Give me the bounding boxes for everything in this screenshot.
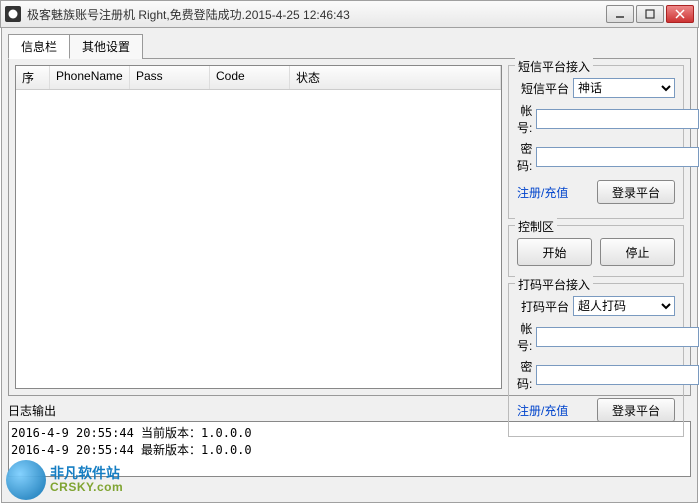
account-listview[interactable]: 序 PhoneName Pass Code 状态: [15, 65, 502, 389]
client-area: 信息栏 其他设置 序 PhoneName Pass Code 状态 短信平台接入…: [1, 28, 698, 503]
watermark: 非凡软件站 CRSKY.com: [6, 460, 123, 500]
tab-panel-info: 序 PhoneName Pass Code 状态 短信平台接入 短信平台 神话 …: [8, 58, 691, 396]
sms-platform-select[interactable]: 神话: [573, 78, 675, 98]
dama-login-button[interactable]: 登录平台: [597, 398, 675, 422]
tab-strip: 信息栏 其他设置: [8, 34, 697, 59]
minimize-button[interactable]: [606, 5, 634, 23]
listview-header: 序 PhoneName Pass Code 状态: [16, 66, 501, 90]
sms-account-input[interactable]: [536, 109, 699, 129]
dama-password-input[interactable]: [536, 365, 699, 385]
dama-register-link[interactable]: 注册/充值: [517, 402, 568, 419]
watermark-cn: 非凡软件站: [50, 466, 123, 481]
col-seq[interactable]: 序: [16, 66, 50, 89]
sms-account-label: 帐号:: [517, 102, 532, 136]
col-phonename[interactable]: PhoneName: [50, 66, 130, 89]
dama-groupbox: 打码平台接入 打码平台 超人打码 帐号: 密码: 注册/充值: [508, 283, 684, 437]
maximize-button[interactable]: [636, 5, 664, 23]
dama-account-label: 帐号:: [517, 320, 532, 354]
tab-other[interactable]: 其他设置: [69, 34, 143, 59]
dama-password-label: 密码:: [517, 358, 532, 392]
sms-platform-label: 短信平台: [517, 80, 569, 97]
start-button[interactable]: 开始: [517, 238, 592, 266]
dama-platform-select[interactable]: 超人打码: [573, 296, 675, 316]
sms-register-link[interactable]: 注册/充值: [517, 184, 568, 201]
app-icon: [5, 6, 21, 22]
sms-password-label: 密码:: [517, 140, 532, 174]
window-title: 极客魅族账号注册机 Right,免费登陆成功.2015-4-25 12:46:4…: [27, 6, 606, 23]
sms-groupbox: 短信平台接入 短信平台 神话 帐号: 密码: 注册/充值 登录: [508, 65, 684, 219]
dama-legend: 打码平台接入: [515, 276, 593, 293]
dama-account-input[interactable]: [536, 327, 699, 347]
sms-legend: 短信平台接入: [515, 58, 593, 75]
close-button[interactable]: [666, 5, 694, 23]
control-legend: 控制区: [515, 218, 557, 235]
tab-info[interactable]: 信息栏: [8, 34, 70, 59]
sms-login-button[interactable]: 登录平台: [597, 180, 675, 204]
col-pass[interactable]: Pass: [130, 66, 210, 89]
col-code[interactable]: Code: [210, 66, 290, 89]
right-column: 短信平台接入 短信平台 神话 帐号: 密码: 注册/充值 登录: [508, 65, 684, 389]
watermark-en: CRSKY.com: [50, 481, 123, 494]
titlebar: 极客魅族账号注册机 Right,免费登陆成功.2015-4-25 12:46:4…: [0, 0, 699, 28]
dama-platform-label: 打码平台: [517, 298, 569, 315]
globe-icon: [6, 460, 46, 500]
control-groupbox: 控制区 开始 停止: [508, 225, 684, 277]
col-status[interactable]: 状态: [290, 66, 501, 89]
sms-password-input[interactable]: [536, 147, 699, 167]
stop-button[interactable]: 停止: [600, 238, 675, 266]
